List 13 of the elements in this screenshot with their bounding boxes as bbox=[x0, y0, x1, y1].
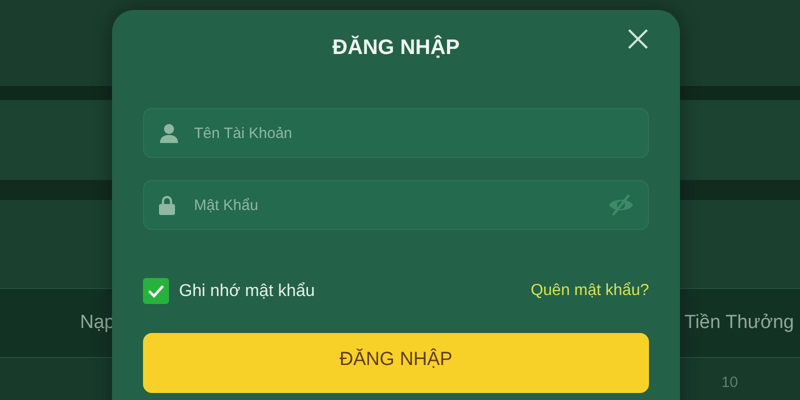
remember-checkbox[interactable] bbox=[143, 278, 169, 304]
check-icon bbox=[147, 284, 165, 298]
eye-slash-icon[interactable] bbox=[607, 193, 635, 217]
login-button[interactable]: ĐĂNG NHẬP bbox=[143, 333, 649, 393]
table-cell-text: 10 bbox=[721, 374, 738, 393]
column-header: Tiền Thưởng bbox=[684, 312, 794, 334]
user-icon bbox=[159, 123, 179, 143]
username-field[interactable]: Tên Tài Khoản bbox=[143, 108, 649, 158]
lock-icon bbox=[159, 195, 175, 215]
remember-label: Ghi nhớ mật khẩu bbox=[179, 281, 315, 301]
dialog-title: ĐĂNG NHẬP bbox=[332, 36, 460, 60]
forgot-password-link[interactable]: Quên mật khẩu? bbox=[530, 282, 649, 300]
password-field[interactable]: Mật Khẩu bbox=[143, 180, 649, 230]
